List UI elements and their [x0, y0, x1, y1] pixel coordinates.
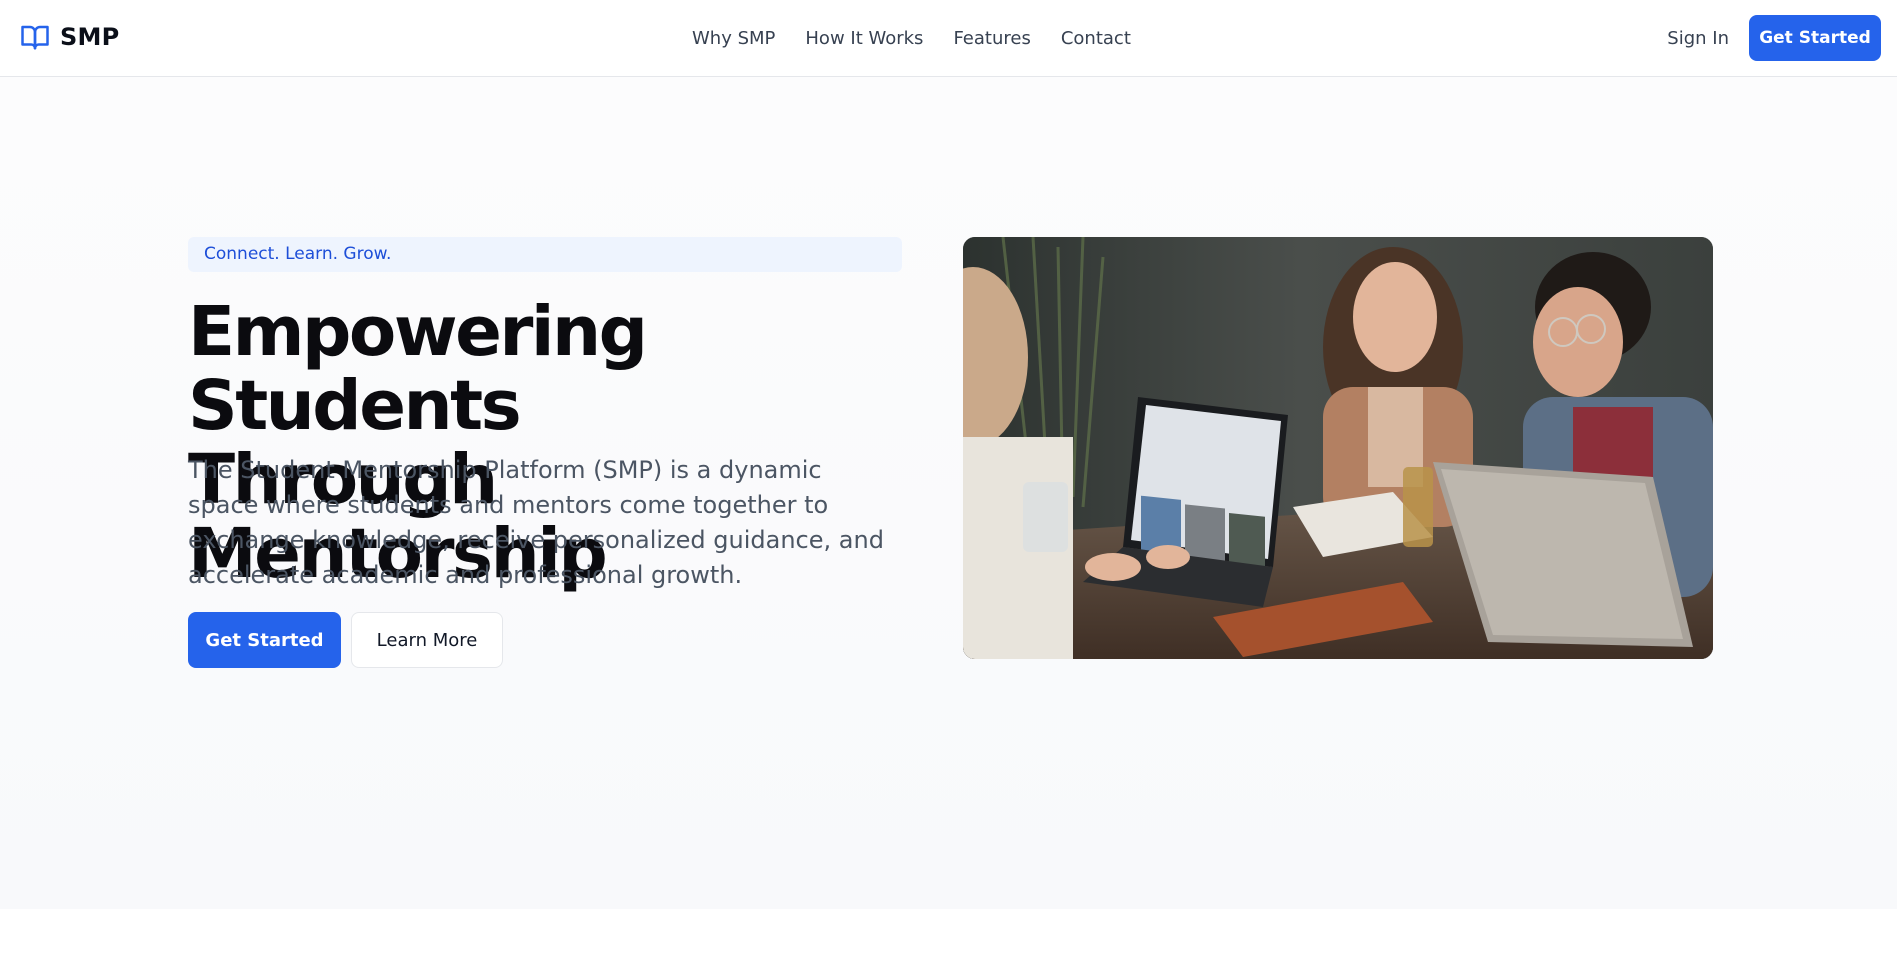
nav-item-why-smp[interactable]: Why SMP [692, 28, 775, 49]
header-get-started-button[interactable]: Get Started [1749, 15, 1881, 61]
brand-name: SMP [60, 23, 120, 51]
hero-title-line-1: Empowering Students [188, 292, 648, 446]
sign-in-link[interactable]: Sign In [1667, 28, 1729, 49]
nav-item-how-it-works[interactable]: How It Works [805, 28, 923, 49]
hero-description: The Student Mentorship Platform (SMP) is… [188, 456, 884, 589]
brand-logo-link[interactable]: SMP [20, 22, 119, 52]
site-header: SMP Why SMP How It Works Features Contac… [0, 0, 1897, 77]
main-nav: Why SMP How It Works Features Contact [692, 0, 1131, 77]
book-open-icon [21, 25, 49, 50]
hero-photo-illustration [963, 237, 1713, 659]
nav-item-contact[interactable]: Contact [1061, 28, 1131, 49]
header-actions: Sign In Get Started [1667, 15, 1881, 61]
hero-cta-group: Get Started Learn More [188, 612, 503, 668]
hero-section: Connect. Learn. Grow. Empowering Student… [0, 77, 1897, 909]
hero-learn-more-button[interactable]: Learn More [351, 612, 503, 668]
hero-tagline-badge: Connect. Learn. Grow. [188, 237, 902, 272]
hero-get-started-button[interactable]: Get Started [188, 612, 341, 668]
nav-item-features[interactable]: Features [953, 28, 1030, 49]
hero-photo [963, 237, 1713, 659]
